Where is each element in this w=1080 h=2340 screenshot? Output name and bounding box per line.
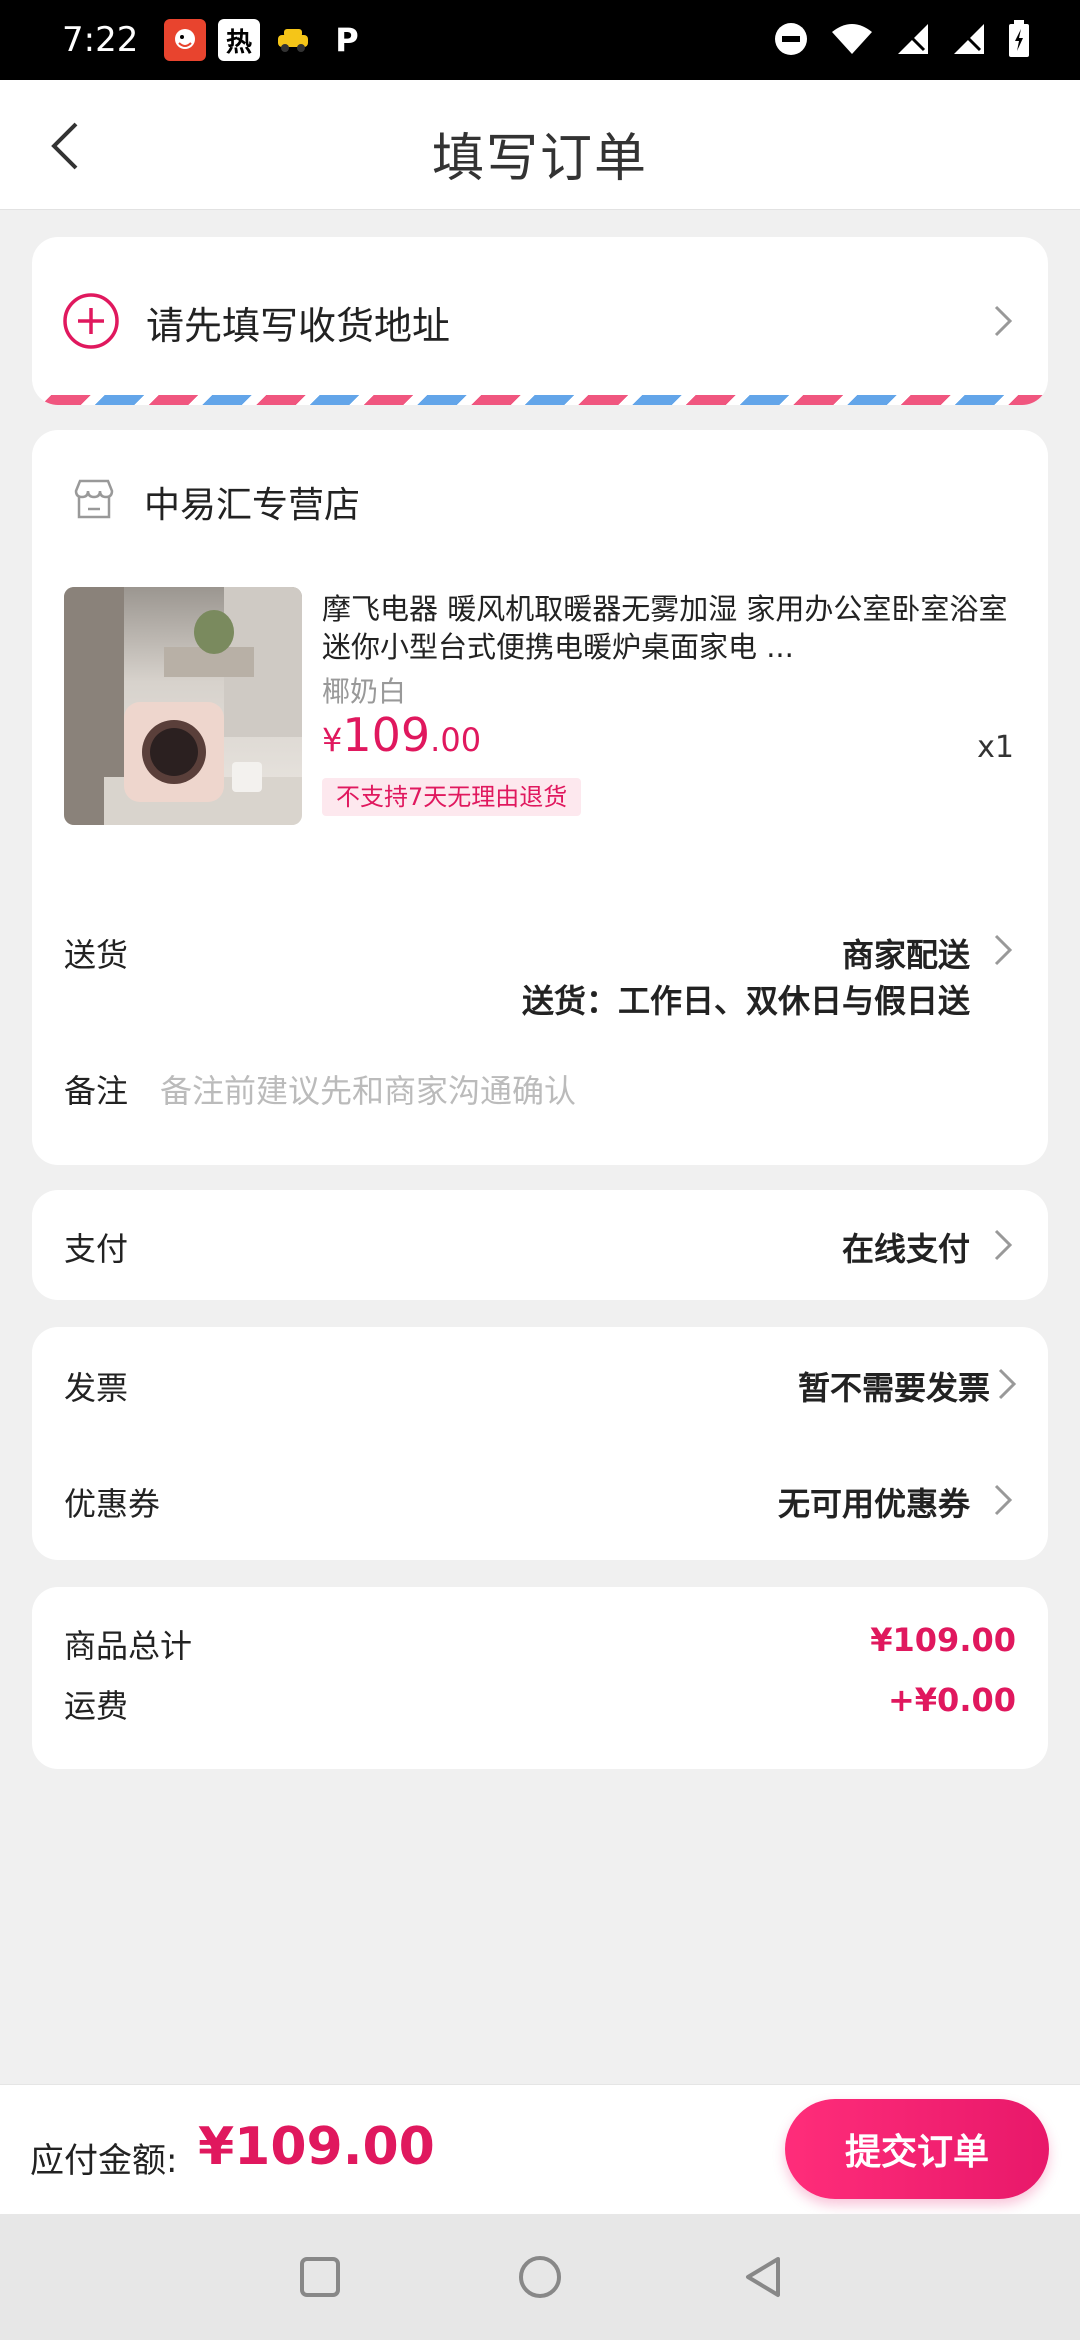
invoice-value: 暂不需要发票 — [797, 1369, 990, 1407]
add-address-prompt: 请先填写收货地址 — [146, 304, 451, 348]
hot-news-icon: 热 — [218, 19, 260, 61]
chevron-right-icon — [994, 1484, 1013, 1516]
goods-total-value: ¥109.00 — [870, 1621, 1016, 1659]
home-icon[interactable] — [517, 2254, 563, 2300]
back-nav-icon[interactable] — [740, 2254, 786, 2300]
checkout-bar: 应付金额: ¥109.00 提交订单 — [0, 2084, 1080, 2214]
parking-app-icon: P — [335, 21, 359, 59]
nav-bar: 填写订单 — [0, 80, 1080, 210]
totals-card: 商品总计 ¥109.00 运费 +¥0.00 — [32, 1587, 1048, 1769]
battery-icon — [1009, 20, 1029, 57]
recents-icon[interactable] — [297, 2254, 343, 2300]
address-card[interactable]: 请先填写收货地址 — [32, 237, 1048, 405]
signal-2-icon — [954, 24, 984, 54]
shipping-value: +¥0.00 — [887, 1681, 1016, 1719]
airmail-stripe — [32, 395, 1048, 405]
chevron-right-icon — [994, 934, 1013, 966]
amount-due-label: 应付金额: — [30, 2141, 178, 2181]
page-title: 填写订单 — [431, 129, 648, 189]
coupon-row[interactable]: 优惠券 无可用优惠券 — [32, 1443, 1048, 1560]
goods-total-label: 商品总计 — [64, 1627, 193, 1665]
invoice-coupon-card: 发票 暂不需要发票 优惠券 无可用优惠券 — [32, 1327, 1048, 1560]
remark-label: 备注 — [64, 1072, 129, 1110]
status-time: 7:22 — [62, 20, 139, 60]
store-card: 中易汇专营店 摩飞电器 暖风机取暖器无雾加湿 家用办公室卧室浴室迷你小型台式便携… — [32, 430, 1048, 1165]
price-integer: 109 — [342, 708, 431, 762]
shipping-label: 运费 — [64, 1687, 129, 1725]
invoice-label: 发票 — [64, 1369, 129, 1407]
status-bar: 7:22 热 P — [0, 0, 1080, 80]
chevron-right-icon — [994, 1229, 1013, 1261]
delivery-label: 送货 — [64, 936, 129, 974]
submit-order-button[interactable]: 提交订单 — [785, 2099, 1049, 2199]
remark-input[interactable]: 备注前建议先和商家沟通确认 — [160, 1066, 576, 1112]
app-notification-icon — [164, 19, 206, 61]
invoice-row[interactable]: 发票 暂不需要发票 — [32, 1327, 1048, 1443]
chevron-right-icon — [994, 305, 1013, 337]
taxi-icon — [272, 19, 314, 61]
payment-label: 支付 — [64, 1230, 129, 1268]
payment-row[interactable]: 支付 在线支付 — [32, 1190, 1048, 1300]
dnd-icon — [775, 23, 807, 55]
delivery-detail: 送货：工作日、双休日与假日送 — [521, 982, 970, 1020]
product-spec: 椰奶白 — [322, 675, 407, 708]
delivery-selector[interactable]: 商家配送 送货：工作日、双休日与假日送 — [448, 920, 1048, 1020]
amount-due-value: ¥109.00 — [198, 2117, 435, 2177]
coupon-label: 优惠券 — [64, 1485, 161, 1523]
wifi-icon — [832, 24, 872, 54]
coupon-value: 无可用优惠券 — [777, 1485, 970, 1523]
price-symbol: ¥ — [322, 721, 343, 759]
add-address-icon — [63, 293, 119, 349]
signal-1-icon — [898, 24, 928, 54]
delivery-method: 商家配送 — [841, 936, 970, 974]
product-image[interactable] — [64, 587, 302, 825]
store-name: 中易汇专营店 — [144, 485, 361, 526]
store-icon — [74, 479, 114, 519]
price-decimal: .00 — [430, 721, 482, 759]
product-quantity: x1 — [977, 730, 1014, 765]
product-title[interactable]: 摩飞电器 暖风机取暖器无雾加湿 家用办公室卧室浴室迷你小型台式便携电暖炉桌面家电… — [322, 590, 1012, 666]
product-price: ¥109.00 — [322, 708, 481, 762]
payment-value: 在线支付 — [841, 1230, 970, 1268]
no-return-badge: 不支持7天无理由退货 — [322, 778, 582, 816]
system-nav-bar — [0, 2214, 1080, 2340]
chevron-right-icon — [998, 1368, 1017, 1400]
